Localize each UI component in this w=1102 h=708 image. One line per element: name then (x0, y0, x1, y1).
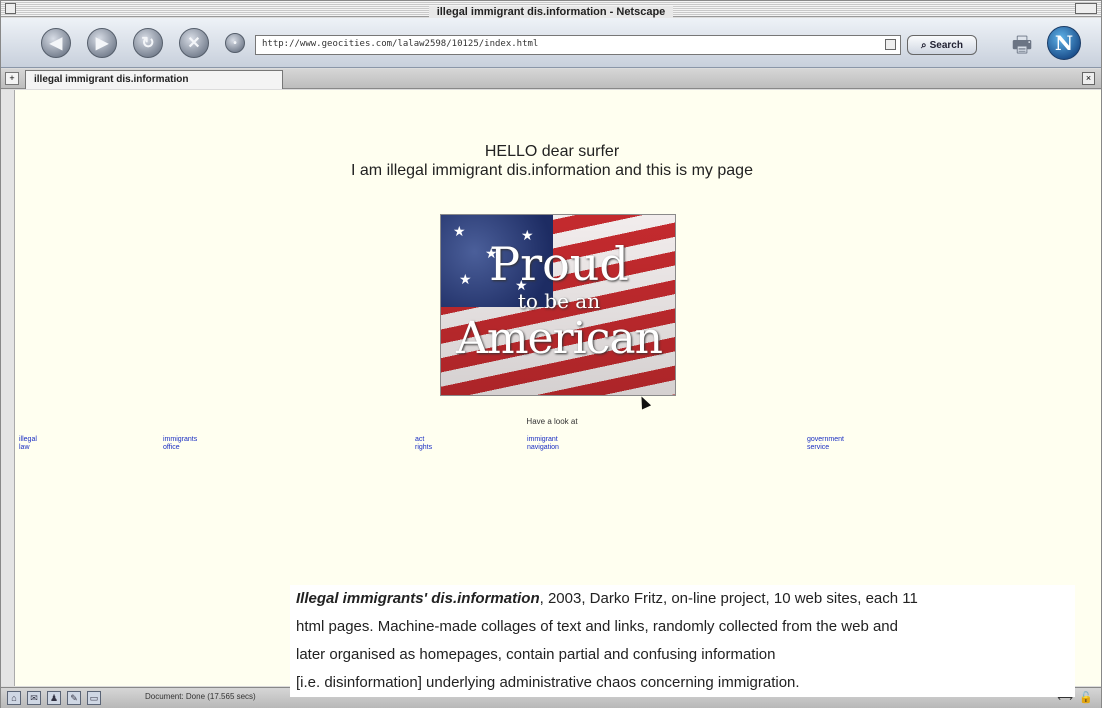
tab-active[interactable]: illegal immigrant dis.information (25, 70, 283, 89)
search-button-label: Search (929, 39, 963, 51)
tab-label: illegal immigrant dis.information (34, 74, 189, 85)
mouse-cursor-icon (636, 394, 652, 410)
link-government-service[interactable]: government service (807, 436, 844, 452)
link-line: service (807, 444, 830, 451)
window-zoom-box[interactable] (1075, 3, 1097, 14)
link-line: law (19, 444, 30, 451)
search-icon: ⌕ (921, 39, 927, 51)
link-line: navigation (527, 444, 559, 451)
chat-icon[interactable]: ▭ (87, 691, 101, 705)
greeting-line-1: HELLO dear surfer (484, 143, 620, 160)
forward-button[interactable]: ▶ (87, 28, 117, 58)
banner-line-3: American (456, 313, 663, 364)
user-icon[interactable]: ♟ (47, 691, 61, 705)
link-line: act (415, 436, 425, 443)
forward-icon: ▶ (95, 35, 109, 52)
caption-line-1: Illegal immigrants' dis.information, 200… (296, 585, 1075, 613)
search-button[interactable]: ⌕ Search (907, 35, 977, 55)
navigator-icon[interactable]: ⌂ (7, 691, 21, 705)
link-line: immigrants (163, 436, 198, 443)
window-title-text: illegal immigrant dis.information - Nets… (428, 6, 674, 18)
url-field[interactable]: http://www.geocities.com/lalaw2598/10125… (255, 35, 901, 55)
caption-line-2: html pages. Machine-made collages of tex… (296, 618, 898, 635)
link-illegal-law[interactable]: illegal law (19, 436, 37, 452)
tab-bar: + illegal immigrant dis.information × (1, 69, 1101, 89)
back-button[interactable]: ◀ (41, 28, 71, 58)
browser-window: illegal immigrant dis.information - Nets… (0, 0, 1102, 708)
reload-button[interactable]: ↻ (133, 28, 163, 58)
link-immigrant-navigation[interactable]: immigrant navigation (527, 436, 559, 452)
link-line: immigrant (527, 436, 558, 443)
netscape-logo[interactable]: N (1047, 26, 1081, 60)
title-bar[interactable]: illegal immigrant dis.information - Nets… (1, 1, 1101, 18)
caption-text-1: , 2003, Darko Fritz, on-line project, 10… (539, 590, 918, 607)
link-line: rights (415, 444, 433, 451)
sidebar-track[interactable] (1, 90, 15, 686)
proud-american-banner: ★ ★ ★ ★ ★ Proud to be an American (440, 214, 676, 396)
url-dropdown-icon[interactable] (885, 39, 896, 50)
caption-title: Illegal immigrants' dis.information (296, 590, 540, 607)
banner-line-2: to be an (517, 289, 601, 313)
close-tab-icon[interactable]: × (1082, 72, 1095, 85)
link-line: illegal (19, 436, 37, 443)
have-a-look-label: Have a look at (526, 417, 578, 426)
link-immigrants-office[interactable]: immigrants office (163, 436, 197, 452)
mail-icon[interactable]: ✉ (27, 691, 41, 705)
navigation-toolbar: ◀ ▶ ↻ ✕ • http://www.geocities.com/lalaw… (1, 18, 1101, 81)
home-icon: • (233, 37, 237, 49)
lock-icon[interactable]: 🔓 (1079, 691, 1093, 704)
link-line: office (163, 444, 180, 451)
greeting-line-2: I am illegal immigrant dis.information a… (351, 162, 753, 179)
artwork-caption: Illegal immigrants' dis.information, 200… (290, 585, 1075, 697)
link-act-rights[interactable]: act rights (415, 436, 432, 452)
link-line: government (807, 436, 844, 443)
reload-icon: ↻ (141, 35, 155, 52)
new-tab-icon[interactable]: + (5, 72, 19, 85)
home-button[interactable]: • (225, 33, 245, 53)
status-text: Document: Done (17.565 secs) (145, 692, 256, 701)
print-icon[interactable]: 🖶 (1005, 28, 1039, 57)
url-text: http://www.geocities.com/lalaw2598/10125… (262, 39, 539, 49)
greeting: HELLO dear surfer I am illegal immigrant… (15, 142, 1089, 180)
caption-line-3: later organised as homepages, contain pa… (296, 646, 776, 663)
stop-button[interactable]: ✕ (179, 28, 209, 58)
banner-line-1: Proud (489, 237, 629, 291)
composer-icon[interactable]: ✎ (67, 691, 81, 705)
stop-icon: ✕ (187, 35, 201, 52)
back-icon: ◀ (49, 35, 63, 52)
caption-line-4: [i.e. disinformation] underlying adminis… (296, 674, 800, 691)
